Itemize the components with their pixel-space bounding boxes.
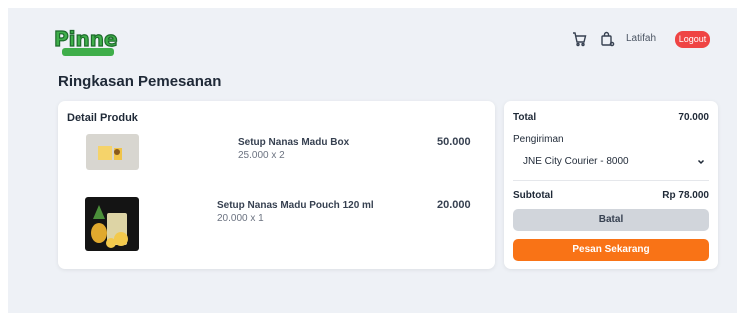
product-detail-card: Detail Produk Setup Nanas Madu Box 25.00… [58,101,495,269]
divider [513,180,709,181]
shipping-label: Pengiriman [513,134,564,145]
subtotal-label: Subtotal [513,190,553,201]
page-title: Ringkasan Pemesanan [58,73,222,90]
product-detail-title: Detail Produk [67,112,138,124]
order-summary-card: Total 70.000 Pengiriman JNE City Courier… [504,101,718,269]
logout-button[interactable]: Logout [675,31,710,48]
product-name: Setup Nanas Madu Box [238,137,350,148]
product-qty: 25.000 x 2 [238,150,285,161]
total-value: 70.000 [678,112,709,123]
product-price: 20.000 [437,199,471,211]
svg-text:Pinne: Pinne [54,27,118,51]
product-name: Setup Nanas Madu Pouch 120 ml [217,200,374,211]
product-image-box [86,134,139,170]
subtotal-value: Rp 78.000 [662,190,709,201]
shipping-selected-value: JNE City Courier - 8000 [523,156,629,167]
order-now-button[interactable]: Pesan Sekarang [513,239,709,261]
shipping-select[interactable]: JNE City Courier - 8000 [513,151,709,173]
brand-logo[interactable]: Pinne [52,24,124,58]
total-label: Total [513,112,537,123]
cart-icon[interactable] [571,31,587,47]
user-name[interactable]: Latifah [626,33,656,44]
cancel-button[interactable]: Batal [513,209,709,231]
chevron-down-icon [697,158,705,166]
product-qty: 20.000 x 1 [217,213,264,224]
product-price: 50.000 [437,136,471,148]
bag-icon[interactable] [599,31,615,47]
product-image-pouch [85,197,139,251]
